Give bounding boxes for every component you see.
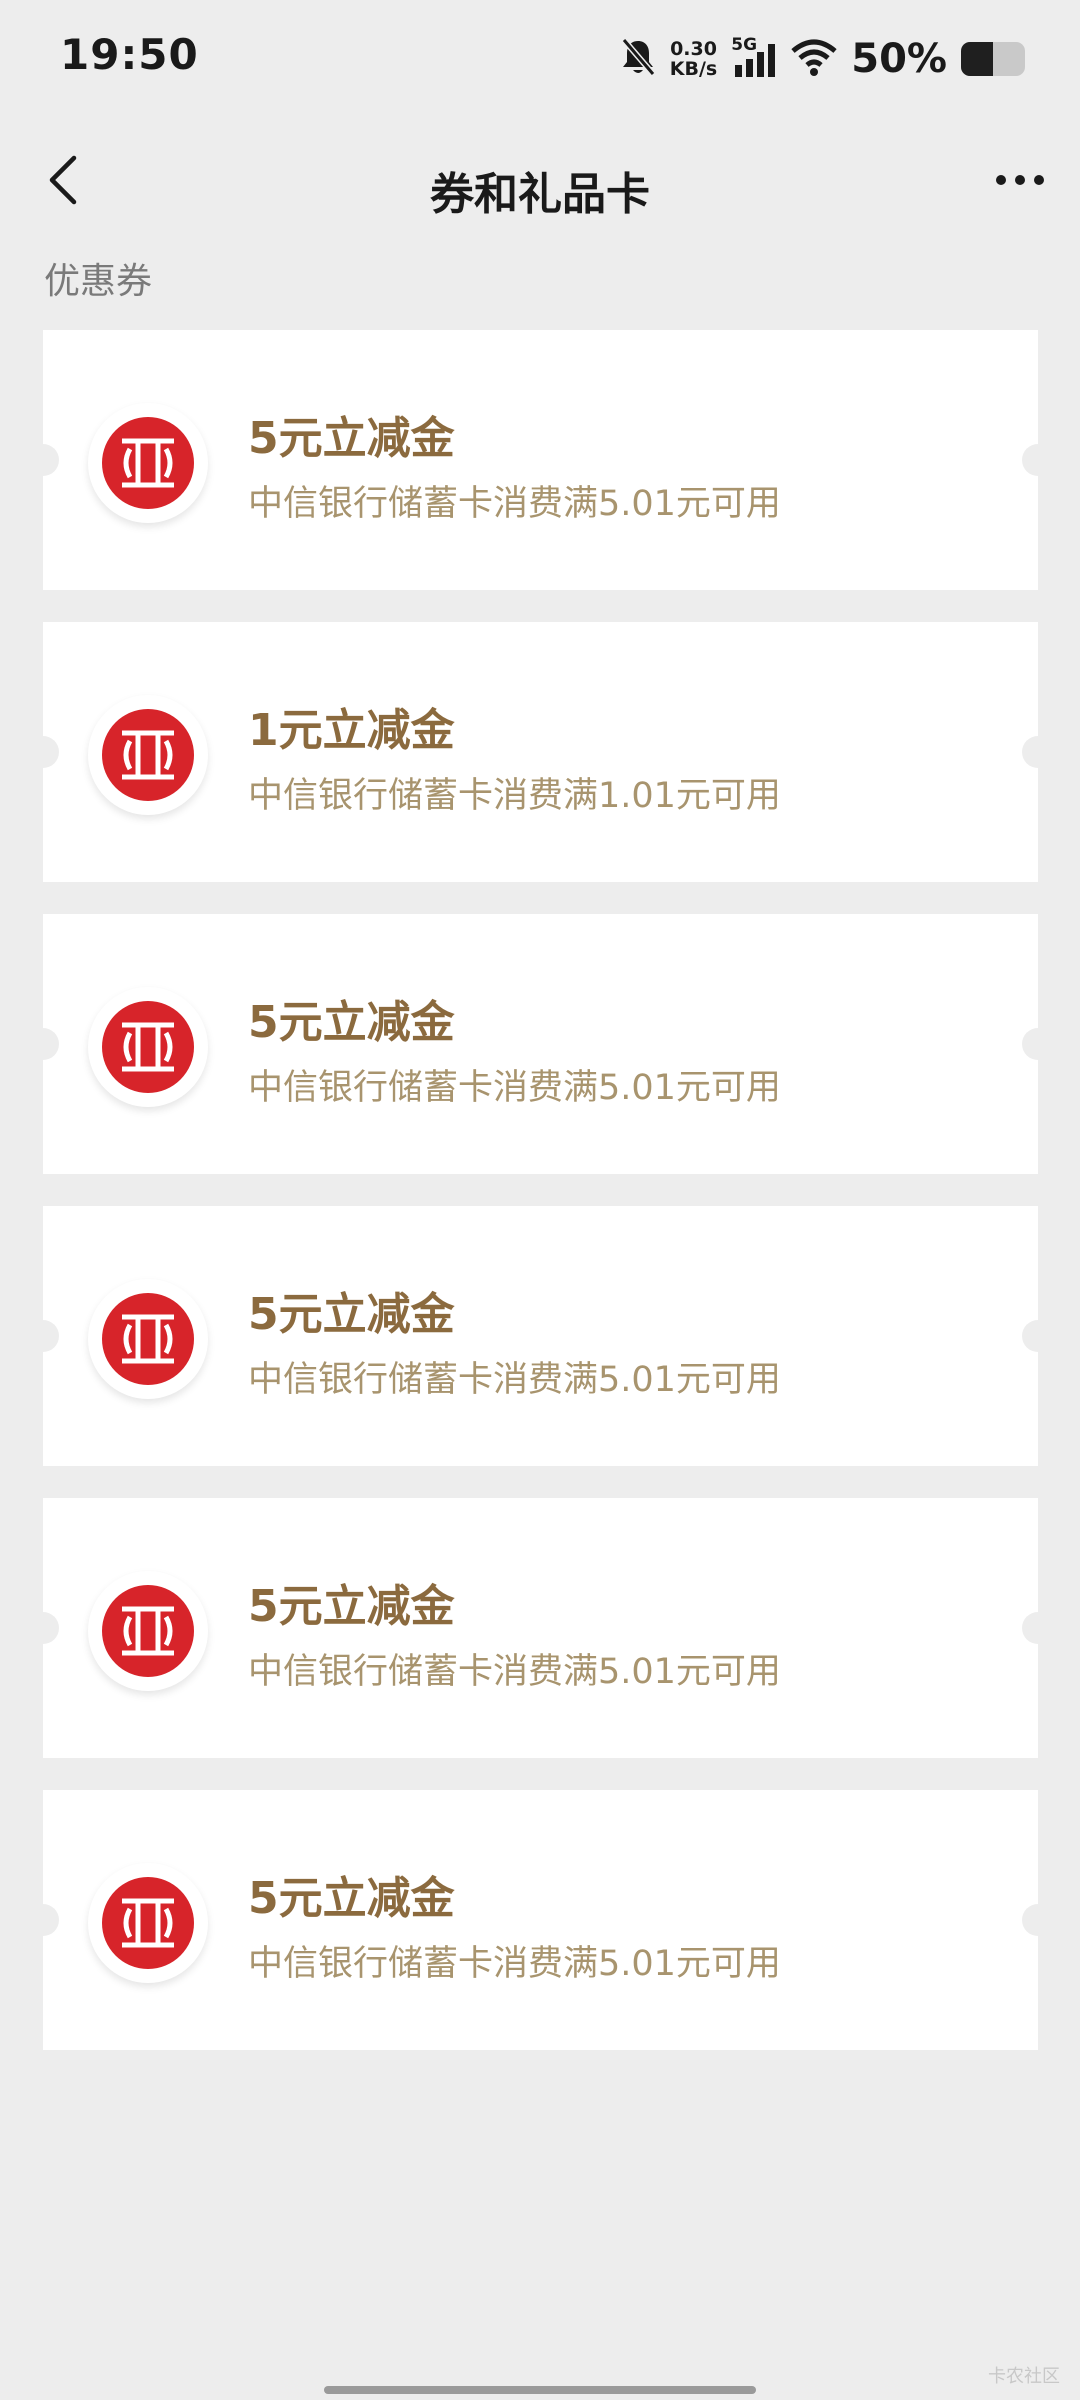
ticket-notch-right [1022,444,1054,476]
ticket-notch-right [1022,1320,1054,1352]
status-time: 19:50 [60,30,199,79]
more-dots-icon [1034,175,1044,185]
citic-bank-logo-icon [88,403,208,523]
coupon-title: 5元立减金 [248,1581,455,1632]
section-label-coupons: 优惠券 [44,261,153,302]
more-button[interactable] [980,150,1060,210]
citic-bank-logo-icon [88,1863,208,1983]
wifi-icon [791,37,837,81]
network-speed: 0.30 KB/s [670,39,717,79]
network-speed-value: 0.30 [670,38,717,60]
citic-bank-logo-icon [88,1571,208,1691]
ticket-notch-left [27,1320,59,1352]
more-dots-icon [996,175,1006,185]
citic-bank-logo-icon [88,987,208,1107]
signal-bars-icon [735,44,776,77]
ticket-notch-left [27,1904,59,1936]
coupon-description: 中信银行储蓄卡消费满5.01元可用 [248,1360,781,1400]
network-speed-unit: KB/s [669,58,718,80]
cellular-signal: 5G [731,35,777,79]
home-indicator[interactable] [324,2386,756,2394]
battery-percent: 50% [851,36,947,82]
watermark: 卡农社区 [988,2366,1060,2387]
battery-icon [961,42,1025,76]
coupon-description: 中信银行储蓄卡消费满5.01元可用 [248,1068,781,1108]
citic-bank-logo-icon [88,1279,208,1399]
bell-muted-icon [620,37,656,81]
coupon-card[interactable]: 5元立减金 中信银行储蓄卡消费满5.01元可用 [27,330,1054,590]
coupon-list: 5元立减金 中信银行储蓄卡消费满5.01元可用 1元立减金 中信银行储蓄卡消费满… [27,330,1054,2082]
ticket-notch-right [1022,736,1054,768]
coupon-card[interactable]: 5元立减金 中信银行储蓄卡消费满5.01元可用 [27,914,1054,1174]
coupon-title: 5元立减金 [248,413,455,464]
coupon-description: 中信银行储蓄卡消费满1.01元可用 [248,776,781,816]
coupon-description: 中信银行储蓄卡消费满5.01元可用 [248,1944,781,1984]
nav-bar: 券和礼品卡 [0,120,1080,240]
ticket-notch-left [27,736,59,768]
coupon-title: 5元立减金 [248,1289,455,1340]
ticket-notch-right [1022,1612,1054,1644]
ticket-notch-left [27,444,59,476]
ticket-notch-left [27,1028,59,1060]
status-icons: 0.30 KB/s 5G 50% [620,34,1025,84]
coupon-title: 5元立减金 [248,1873,455,1924]
coupon-card[interactable]: 5元立减金 中信银行储蓄卡消费满5.01元可用 [27,1498,1054,1758]
more-dots-icon [1015,175,1025,185]
citic-bank-logo-icon [88,695,208,815]
coupon-description: 中信银行储蓄卡消费满5.01元可用 [248,1652,781,1692]
ticket-notch-right [1022,1028,1054,1060]
coupon-card[interactable]: 5元立减金 中信银行储蓄卡消费满5.01元可用 [27,1206,1054,1466]
ticket-notch-left [27,1612,59,1644]
coupon-card[interactable]: 1元立减金 中信银行储蓄卡消费满1.01元可用 [27,622,1054,882]
coupon-description: 中信银行储蓄卡消费满5.01元可用 [248,484,781,524]
coupon-card[interactable]: 5元立减金 中信银行储蓄卡消费满5.01元可用 [27,1790,1054,2050]
battery-level [961,42,993,76]
status-bar: 19:50 0.30 KB/s 5G 50% [0,0,1080,120]
page-title: 券和礼品卡 [430,169,650,220]
coupon-title: 5元立减金 [248,997,455,1048]
ticket-notch-right [1022,1904,1054,1936]
coupon-title: 1元立减金 [248,705,455,756]
